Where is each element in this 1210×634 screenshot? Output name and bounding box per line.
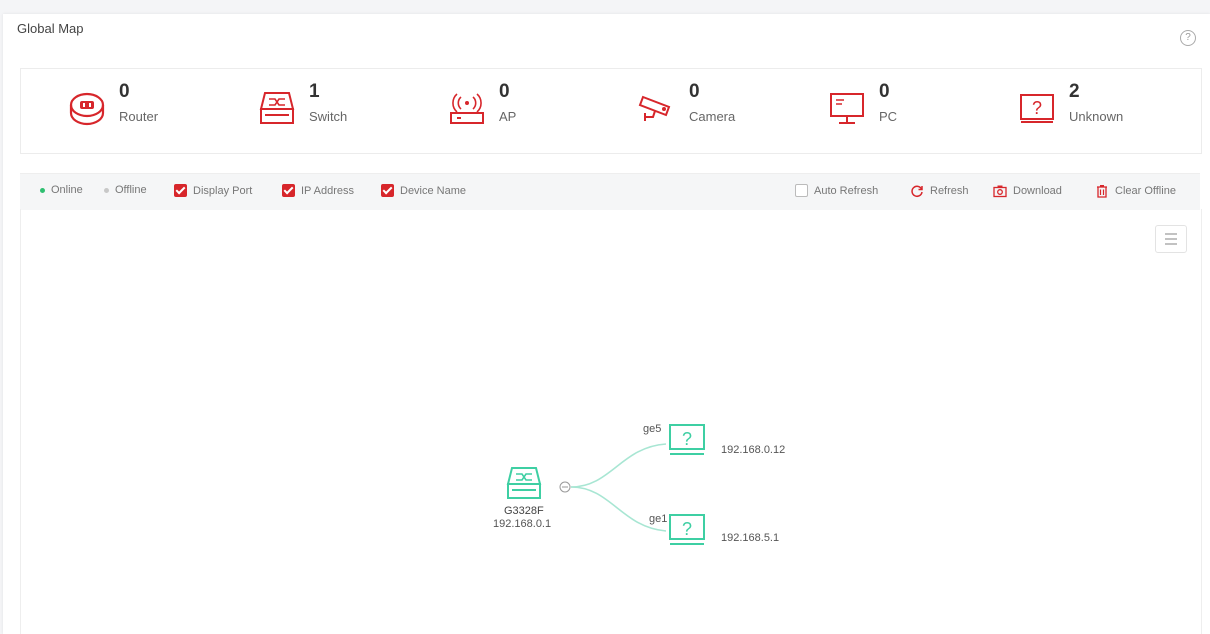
pc-label: PC xyxy=(879,109,898,124)
port-label-ge1: ge1 xyxy=(649,513,668,525)
root-device-name: G3328F xyxy=(504,505,544,517)
ip-address-label: IP Address xyxy=(301,184,354,197)
refresh-icon xyxy=(911,185,923,198)
topology-canvas[interactable]: G3328F 192.168.0.1 ge5 ? 192.168.0.12 ge… xyxy=(20,209,1202,634)
router-label: Router xyxy=(119,109,159,124)
device-summary: 0 Router 1 Switch 0 AP 0 Camera 0 PC ? 2… xyxy=(20,68,1202,154)
page-title: Global Map xyxy=(17,21,84,36)
topology-switch-icon[interactable] xyxy=(504,464,544,504)
trash-icon xyxy=(1097,185,1107,198)
camera-icon xyxy=(638,95,671,121)
online-dot-icon xyxy=(40,187,45,193)
ap-label: AP xyxy=(499,109,517,124)
camera-snapshot-icon xyxy=(993,185,1007,198)
unknown-device-icon: ? xyxy=(1020,94,1054,123)
refresh-label: Refresh xyxy=(930,185,969,197)
clear-offline-label: Clear Offline xyxy=(1115,185,1176,197)
help-icon[interactable]: ? xyxy=(1180,30,1196,46)
unknown-count: 2 xyxy=(1069,81,1080,102)
pc-icon xyxy=(830,93,864,124)
display-port-checkbox[interactable]: Display Port xyxy=(174,184,252,197)
download-label: Download xyxy=(1013,185,1062,197)
switch-count: 1 xyxy=(309,81,320,102)
device-name-label: Device Name xyxy=(400,184,467,197)
topology-unknown-device-icon[interactable]: ? xyxy=(668,423,708,463)
list-icon xyxy=(1165,233,1177,245)
refresh-button[interactable]: Refresh xyxy=(910,184,969,198)
clear-offline-button[interactable]: Clear Offline xyxy=(1095,184,1176,198)
list-view-button[interactable] xyxy=(1155,225,1187,253)
ip-address-checkbox[interactable]: IP Address xyxy=(282,184,354,197)
unknown-glyph: ? xyxy=(682,519,692,539)
checkbox-unchecked-icon xyxy=(795,184,808,197)
legend-online-label: Online xyxy=(51,184,83,196)
legend-offline: Offline xyxy=(104,184,147,196)
topology-links xyxy=(559,443,667,532)
ap-count: 0 xyxy=(499,81,510,102)
device-name-checkbox[interactable]: Device Name xyxy=(381,184,466,197)
camera-label: Camera xyxy=(689,109,736,124)
map-toolbar: Online Offline Display Port IP Address D… xyxy=(20,173,1200,210)
camera-count: 0 xyxy=(689,81,700,102)
legend-online: Online xyxy=(40,184,83,196)
unknown-glyph: ? xyxy=(682,429,692,449)
ap-icon xyxy=(450,93,484,124)
checkbox-checked-icon xyxy=(282,184,295,197)
link-ge5 xyxy=(570,443,667,488)
switch-icon xyxy=(259,92,295,124)
auto-refresh-label: Auto Refresh xyxy=(814,184,879,197)
pc-count: 0 xyxy=(879,81,890,102)
offline-dot-icon xyxy=(104,187,109,193)
port-label-ge5: ge5 xyxy=(643,423,662,435)
svg-text:?: ? xyxy=(1032,98,1042,118)
display-port-label: Display Port xyxy=(193,184,253,197)
router-count: 0 xyxy=(119,81,130,102)
legend-offline-label: Offline xyxy=(115,184,147,196)
router-icon xyxy=(69,92,105,126)
checkbox-checked-icon xyxy=(381,184,394,197)
unknown-label: Unknown xyxy=(1069,109,1124,124)
child-ip-ge1: 192.168.5.1 xyxy=(721,532,780,544)
checkbox-checked-icon xyxy=(174,184,187,197)
child-ip-ge5: 192.168.0.12 xyxy=(721,444,786,456)
topology-unknown-device-icon[interactable]: ? xyxy=(668,513,708,553)
switch-label: Switch xyxy=(309,109,348,124)
root-device-ip: 192.168.0.1 xyxy=(493,518,552,530)
download-button[interactable]: Download xyxy=(993,184,1062,198)
auto-refresh-checkbox[interactable]: Auto Refresh xyxy=(795,184,878,197)
